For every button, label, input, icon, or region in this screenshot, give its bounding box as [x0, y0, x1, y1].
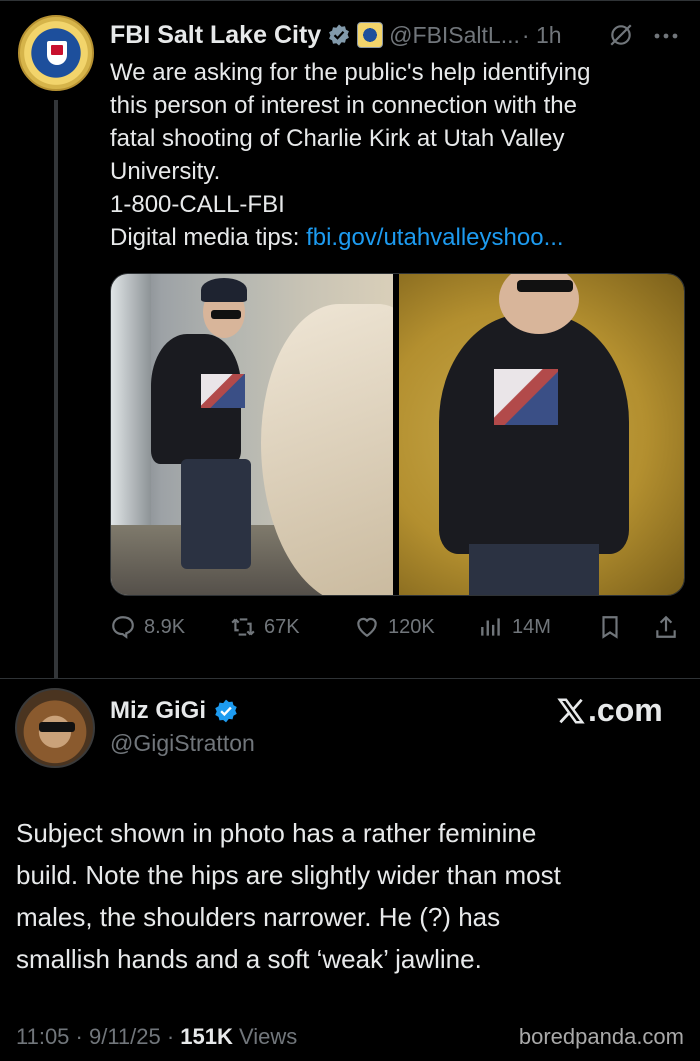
tweet-actions: 8.9K 67K 120K 14M [110, 608, 685, 646]
tweet-header: FBI Salt Lake City @FBISaltL... · 1h [110, 18, 562, 52]
more-icon[interactable] [651, 26, 681, 46]
tweet-line: fatal shooting of Charlie Kirk at Utah V… [110, 125, 565, 152]
reply-text: Subject shown in photo has a rather femi… [16, 812, 686, 980]
tweet-time[interactable]: · 1h [522, 22, 562, 49]
tweet-line: this person of interest in connection wi… [110, 92, 577, 119]
bookmark-icon [602, 616, 618, 639]
reply-button[interactable]: 8.9K [110, 608, 185, 646]
fbi-seal-badge-icon [357, 22, 384, 48]
author-handle[interactable]: @FBISaltL... [389, 22, 520, 49]
like-button[interactable]: 120K [354, 608, 435, 646]
repost-button[interactable]: 67K [230, 608, 300, 646]
x-com-brand: .com [556, 692, 663, 729]
verified-gray-badge-icon [329, 24, 350, 46]
reply-handle[interactable]: @GigiStratton [110, 730, 255, 757]
like-count: 120K [388, 615, 435, 638]
top-border [0, 0, 700, 1]
surveillance-photo-2[interactable] [399, 274, 684, 595]
repost-count: 67K [264, 615, 300, 638]
reply-icon [112, 616, 134, 639]
tweet-line: 1-800-CALL-FBI [110, 191, 285, 218]
tweet-text: We are asking for the public's help iden… [110, 56, 685, 254]
reply-views-count: 151K [180, 1024, 233, 1049]
grok-icon[interactable] [608, 22, 634, 48]
watermark: boredpanda.com [518, 1024, 684, 1049]
media-grid [110, 273, 685, 596]
surveillance-photo-1[interactable] [111, 274, 393, 595]
share-icon [656, 615, 676, 638]
gigi-avatar[interactable] [15, 688, 95, 768]
fbi-avatar[interactable] [18, 15, 94, 91]
like-icon [357, 617, 377, 637]
tips-label: Digital media tips: [110, 224, 307, 251]
reply-line: smallish hands and a soft ‘weak’ jawline… [16, 944, 482, 974]
reply-line: build. Note the hips are slightly wider … [16, 860, 561, 890]
verified-blue-badge-icon [215, 699, 237, 723]
x-logo-icon [557, 698, 585, 723]
tweet-divider [0, 678, 700, 679]
reply-author: Miz GiGi [110, 697, 239, 725]
x-com-text: .com [588, 692, 663, 728]
bookmark-button[interactable] [597, 608, 623, 646]
tweet-line: University. [110, 158, 221, 185]
reply-count: 8.9K [144, 615, 186, 638]
author-name[interactable]: FBI Salt Lake City [110, 21, 321, 50]
reply-timestamp[interactable]: 11:05 · 9/11/25 · [16, 1024, 180, 1049]
repost-icon [231, 618, 255, 636]
tweet-line: We are asking for the public's help iden… [110, 59, 591, 86]
views-icon [481, 618, 500, 636]
views-button[interactable]: 14M [478, 608, 551, 646]
tips-line: Digital media tips: fbi.gov/utahvalleysh… [110, 221, 685, 254]
reply-views-label: Views [232, 1024, 298, 1049]
thread-line [54, 100, 58, 678]
reply-author-name[interactable]: Miz GiGi [110, 697, 206, 725]
views-count: 14M [512, 615, 551, 638]
tips-link[interactable]: fbi.gov/utahvalleyshoo... [306, 224, 564, 251]
reply-line: Subject shown in photo has a rather femi… [16, 818, 537, 848]
reply-meta: 11:05 · 9/11/25 · 151K Views [16, 1024, 297, 1050]
reply-line: males, the shoulders narrower. He (?) ha… [16, 902, 501, 932]
share-button[interactable] [653, 608, 679, 646]
